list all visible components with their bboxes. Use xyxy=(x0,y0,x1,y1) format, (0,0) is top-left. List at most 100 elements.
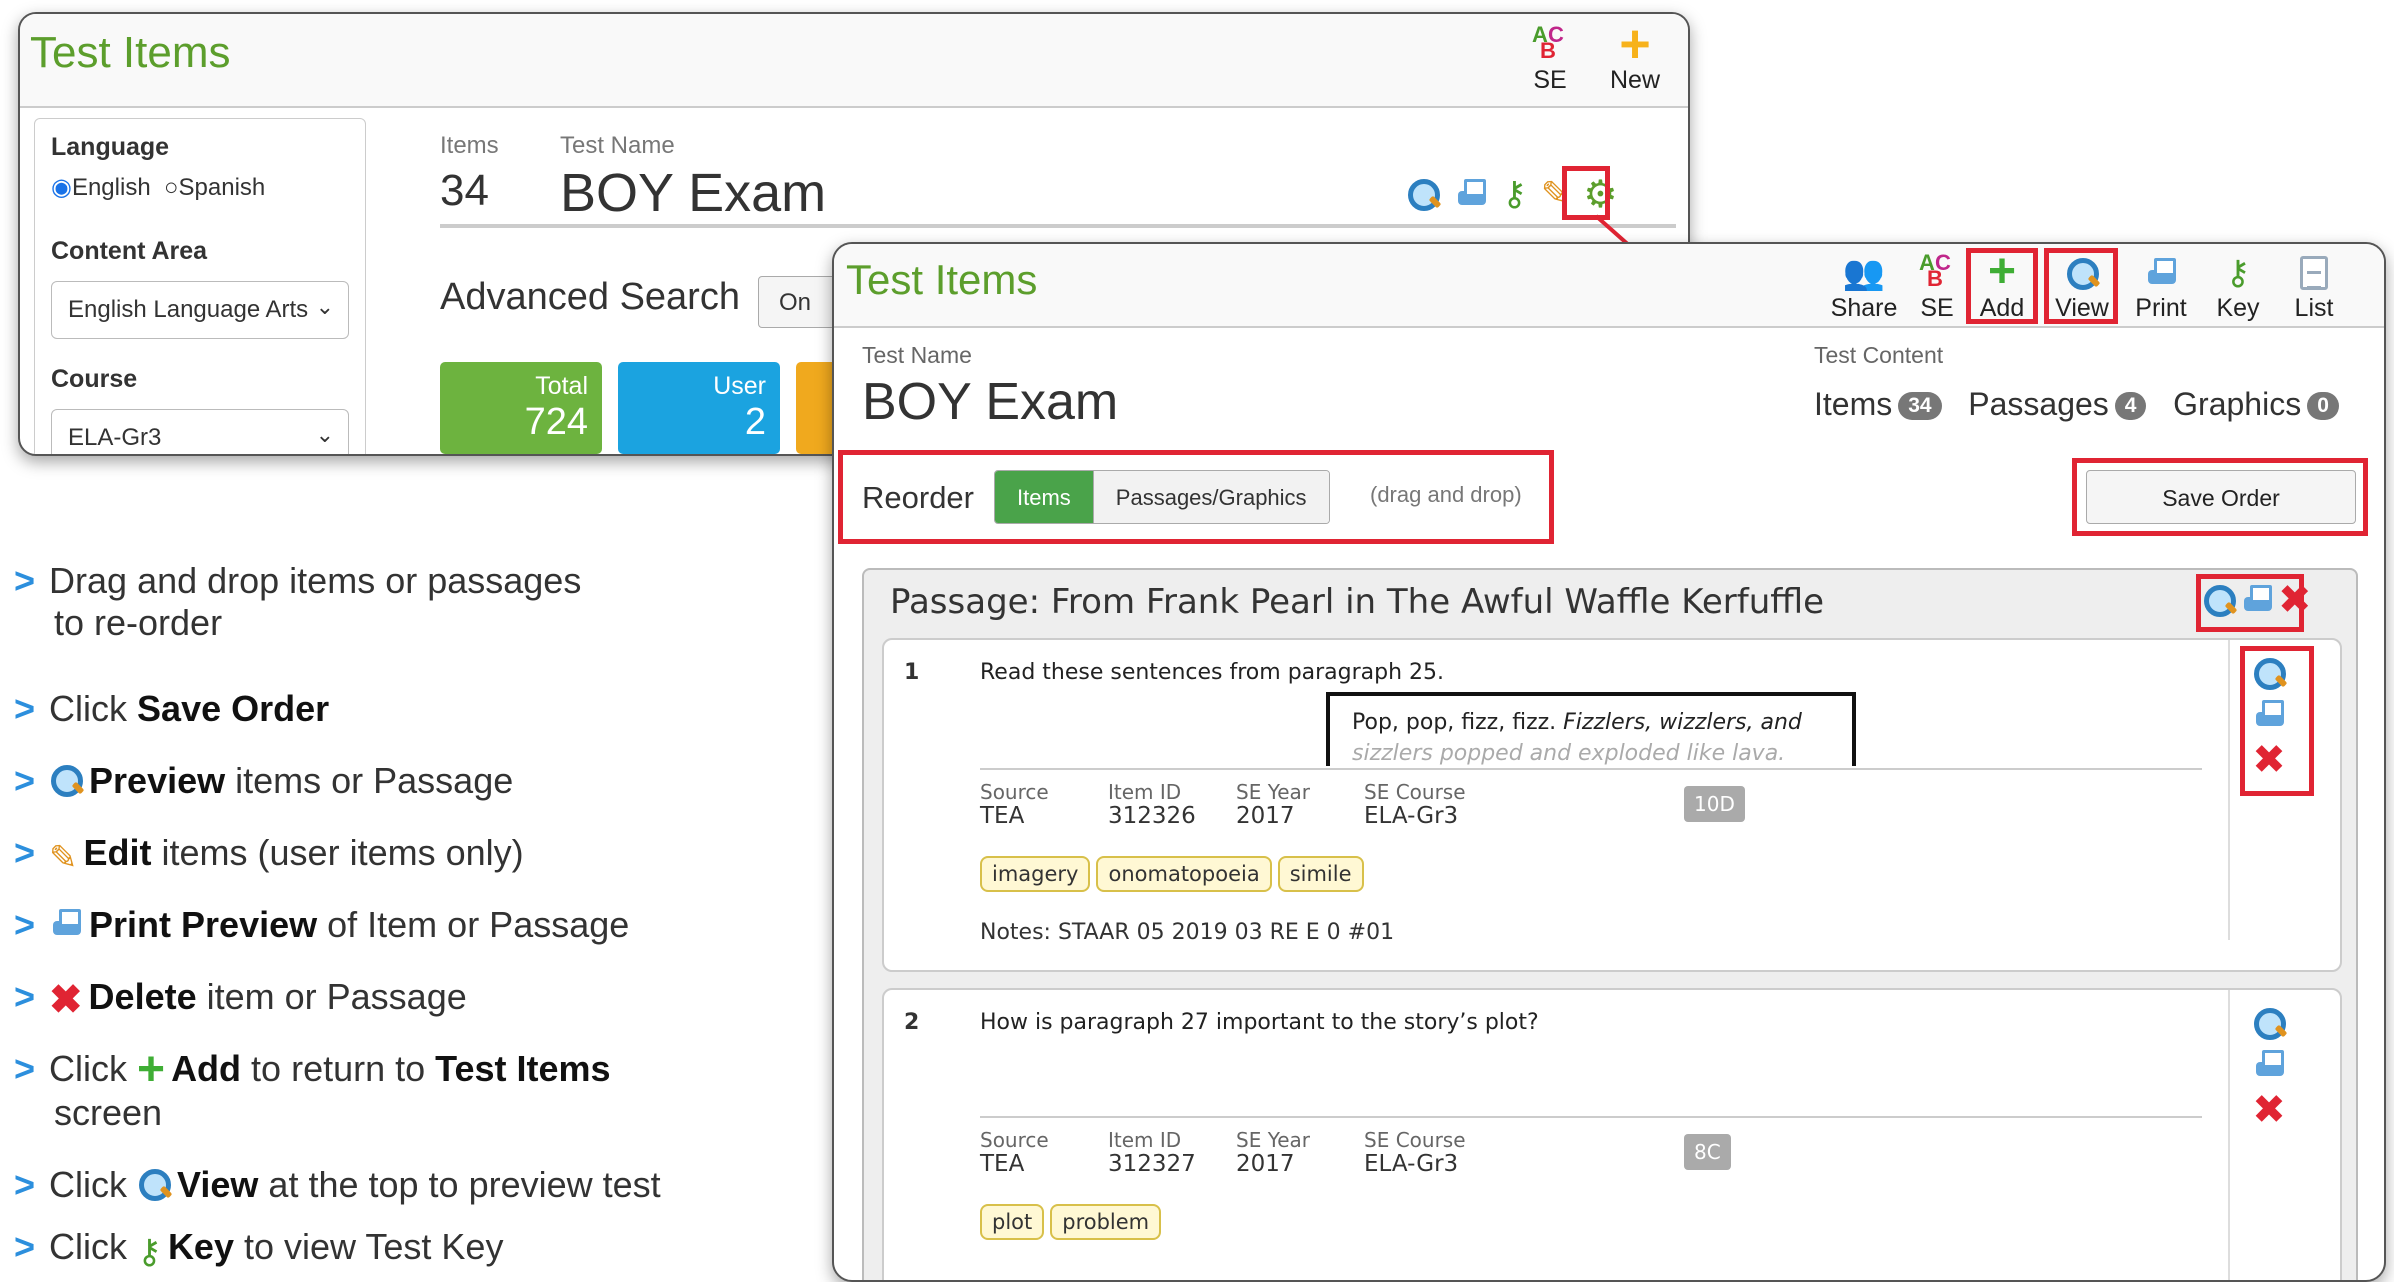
meta-label: Source xyxy=(980,780,1049,804)
add-label: Add xyxy=(1979,294,2025,322)
item-question: How is paragraph 27 important to the sto… xyxy=(980,1010,1539,1035)
printer-icon[interactable] xyxy=(2252,1048,2286,1082)
instruction-bold: Preview xyxy=(89,760,226,801)
instruction-item: > Click View at the top to preview test xyxy=(14,1164,661,1205)
delete-icon[interactable]: ✖ xyxy=(2252,1090,2286,1130)
plus-icon: + xyxy=(1987,245,2017,298)
tag[interactable]: problem xyxy=(1050,1204,1162,1240)
meta-value: ELA-Gr3 xyxy=(1364,1151,1459,1177)
meta-value: 312326 xyxy=(1108,803,1196,829)
share-button[interactable]: 👥 Share xyxy=(1824,250,1904,323)
tag[interactable]: imagery xyxy=(980,856,1091,892)
delete-icon[interactable]: ✖ xyxy=(2252,740,2286,780)
tag[interactable]: simile xyxy=(1277,856,1364,892)
add-button[interactable]: + Add xyxy=(1970,245,2034,323)
front-titlebar: Test Items 👥 Share ACB SE + Add View Pri… xyxy=(834,244,2384,328)
printer-icon[interactable] xyxy=(2240,583,2274,617)
key-button[interactable]: ⚷ Key xyxy=(2206,250,2270,323)
tag-list: plot problem xyxy=(980,1204,1167,1240)
instruction-bold: Key xyxy=(167,1226,234,1267)
item-notes: Notes: STAAR 05 2019 03 RE E 0 #01 xyxy=(980,920,1395,945)
test-content-label: Test Content xyxy=(1814,342,1944,368)
passages-count-badge: 4 xyxy=(2114,392,2147,420)
front-title: Test Items xyxy=(846,256,1038,303)
printer-icon xyxy=(49,907,83,941)
magnifier-icon[interactable] xyxy=(2252,1006,2286,1040)
tag[interactable]: plot xyxy=(980,1204,1045,1240)
meta-label: SE Year xyxy=(1236,1128,1311,1152)
magnifier-icon[interactable] xyxy=(2202,583,2236,617)
list-button[interactable]: List xyxy=(2282,250,2346,323)
se-code-badge: 10D xyxy=(1684,786,1745,822)
instruction-text: Drag and drop items or passages xyxy=(49,560,582,601)
meta-label: Item ID xyxy=(1108,780,1182,804)
instruction-text: Click xyxy=(49,1164,138,1205)
tag-list: imagery onomatopoeia simile xyxy=(980,856,1370,892)
instruction-item: > Print Preview of Item or Passage xyxy=(14,904,630,945)
meta-item-id: Item ID 312327 xyxy=(1108,1128,1196,1176)
list-icon xyxy=(2282,250,2346,294)
drag-hint: (drag and drop) xyxy=(1370,482,1522,507)
excerpt-box: Pop, pop, fizz, fizz. Fizzlers, wizzlers… xyxy=(1326,692,1856,766)
pencil-icon: ✎ xyxy=(49,839,78,877)
instruction-text: items or Passage xyxy=(225,760,514,801)
reorder-items-button[interactable]: Items xyxy=(995,471,1093,523)
se-code-badge: 8C xyxy=(1684,1134,1731,1170)
reorder-passages-button[interactable]: Passages/Graphics xyxy=(1092,471,1329,523)
passage-title: Passage: From Frank Pearl in The Awful W… xyxy=(890,582,1825,622)
reorder-label: Reorder xyxy=(862,480,974,515)
print-label: Print xyxy=(2135,294,2187,322)
share-label: Share xyxy=(1830,294,1898,322)
instruction-item: > ✖ Delete item or Passage xyxy=(14,976,467,1022)
excerpt-plain: Pop, pop, fizz, fizz. xyxy=(1352,710,1564,735)
passage-panel: Passage: From Frank Pearl in The Awful W… xyxy=(862,568,2358,1280)
delete-icon[interactable]: ✖ xyxy=(2278,580,2312,620)
meta-label: SE Year xyxy=(1236,780,1311,804)
items-count-badge: 34 xyxy=(1898,392,1942,420)
instruction-text: of Item or Passage xyxy=(317,904,630,945)
se-button[interactable]: ACB SE xyxy=(1910,250,1964,323)
instruction-bold: Add xyxy=(171,1048,242,1089)
meta-value: TEA xyxy=(980,1151,1025,1177)
items-count-label: Items xyxy=(1814,386,1893,422)
instruction-text: Click xyxy=(49,688,138,729)
magnifier-icon[interactable] xyxy=(2252,656,2286,690)
instruction-item: > ✎ Edit items (user items only) xyxy=(14,832,524,877)
item-number: 2 xyxy=(904,1010,920,1035)
item-card[interactable]: 1 Read these sentences from paragraph 25… xyxy=(882,638,2342,972)
action-column-divider xyxy=(2228,640,2230,940)
test-name-label: Test Name xyxy=(862,342,972,368)
print-button[interactable]: Print xyxy=(2124,250,2198,323)
instruction-bold: Print Preview xyxy=(89,904,318,945)
instruction-text: screen xyxy=(54,1092,163,1133)
magnifier-icon xyxy=(137,1167,172,1201)
instruction-bold: Edit xyxy=(83,832,152,873)
instruction-item: > Click + Add to return to Test Items scree… xyxy=(14,1043,611,1134)
key-icon: ⚷ xyxy=(137,1233,162,1271)
graphics-count-badge: 0 xyxy=(2307,392,2339,420)
view-label: View xyxy=(2055,294,2109,322)
save-order-button[interactable]: Save Order xyxy=(2086,470,2356,524)
meta-se-year: SE Year 2017 xyxy=(1236,780,1310,828)
item-number: 1 xyxy=(904,660,920,685)
tag[interactable]: onomatopoeia xyxy=(1096,856,1272,892)
view-button[interactable]: View xyxy=(2048,250,2116,323)
instruction-bold: Delete xyxy=(88,976,197,1017)
instruction-item: > Click ⚷ Key to view Test Key xyxy=(14,1226,504,1271)
plus-icon: + xyxy=(137,1043,166,1096)
meta-value: ELA-Gr3 xyxy=(1364,803,1459,829)
test-name: BOY Exam xyxy=(862,373,1119,431)
meta-value: TEA xyxy=(980,803,1025,829)
meta-value: 312327 xyxy=(1108,1151,1196,1177)
instruction-item: > Drag and drop items or passages to re-or… xyxy=(14,560,582,643)
content-counts: Items 34 Passages 4 Graphics 0 xyxy=(1814,386,2339,423)
printer-icon[interactable] xyxy=(2252,698,2286,732)
instruction-text: Click xyxy=(49,1048,138,1089)
instruction-bold: Save Order xyxy=(137,688,330,729)
item-actions: ✖ xyxy=(2252,1006,2286,1130)
share-icon: 👥 xyxy=(1842,254,1886,292)
meta-se-course: SE Course ELA-Gr3 xyxy=(1364,780,1466,828)
excerpt-italic: Fizzlers, wizzlers, and xyxy=(1563,710,1802,735)
magnifier-icon xyxy=(2048,250,2116,294)
item-card[interactable]: 2 How is paragraph 27 important to the s… xyxy=(882,988,2342,1280)
